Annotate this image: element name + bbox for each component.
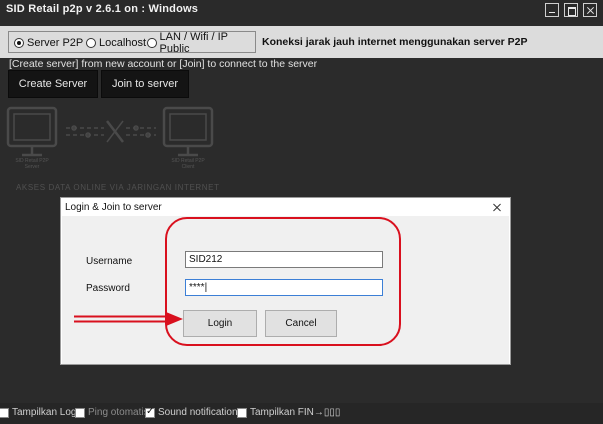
radio-label-server-p2p: Server P2P [27,37,84,49]
radio-label-lan-wifi-ip: LAN / Wifi / IP Public [159,31,228,55]
join-server-button[interactable]: Join to server [101,70,189,98]
checkbox-sound-notification[interactable]: Sound notification [145,406,238,418]
monitor-icon [6,106,58,157]
create-server-button[interactable]: Create Server [8,70,98,98]
monitor-icon [162,106,214,157]
checkbox-tampilkan-fin[interactable]: Tampilkan FIN→ ▯▯▯ [237,407,340,418]
checkbox-label: Sound notification [158,407,238,418]
instruction-hint: [Create server] from new account or [Joi… [9,58,318,70]
checkbox-box[interactable] [0,407,9,418]
client-label-2: Client [182,164,195,170]
checkbox-tampilkan-log[interactable]: Tampilkan Log [0,407,76,418]
title-bar: SID Retail p2p v 2.6.1 on : Windows [0,0,603,22]
disconnected-link-icon [66,120,156,143]
status-bar: Tampilkan Log Ping otomatis Sound notifi… [0,403,603,424]
username-label: Username [86,256,133,267]
checkbox-box-checked[interactable] [145,406,155,418]
close-icon[interactable] [583,3,597,17]
radio-dot[interactable] [86,38,96,48]
network-illustration: SID Retail P2P Server SID Retail P2P Cli… [6,106,214,170]
radio-server-p2p[interactable]: Server P2P [14,36,83,50]
connection-mode-bar: Server P2P Localhost LAN / Wifi / IP Pub… [0,26,603,58]
checkbox-box[interactable] [75,407,85,418]
server-label-2: Server [25,164,40,170]
checkbox-label: Tampilkan FIN→ [250,407,324,418]
checkbox-ping-otomatis[interactable]: Ping otomatis [75,407,149,418]
radio-lan-wifi-ip[interactable]: LAN / Wifi / IP Public [147,31,255,55]
mode-description: Koneksi jarak jauh internet menggunakan … [262,36,528,48]
arrow-right-icon [74,312,183,326]
maximize-icon[interactable] [564,3,578,17]
checkbox-label: Tampilkan Log [12,407,77,418]
password-label: Password [86,283,130,294]
checkbox-box[interactable] [237,407,247,418]
highlight-outline [165,217,401,346]
radio-label-localhost: Localhost [99,37,147,49]
status-trailing: ▯▯▯ [323,407,341,418]
radio-localhost[interactable]: Localhost [86,36,146,50]
checkbox-label: Ping otomatis [88,407,149,418]
minimize-icon[interactable] [545,3,559,17]
window-title: SID Retail p2p v 2.6.1 on : Windows [6,3,199,15]
illustration-caption: AKSES DATA ONLINE VIA JARINGAN INTERNET [16,183,220,192]
connection-mode-group: Server P2P Localhost LAN / Wifi / IP Pub… [8,31,256,55]
dialog-title: Login & Join to server [65,202,162,213]
radio-dot[interactable] [147,38,157,48]
radio-dot-selected[interactable] [14,38,24,48]
dialog-close-icon[interactable] [492,201,502,213]
